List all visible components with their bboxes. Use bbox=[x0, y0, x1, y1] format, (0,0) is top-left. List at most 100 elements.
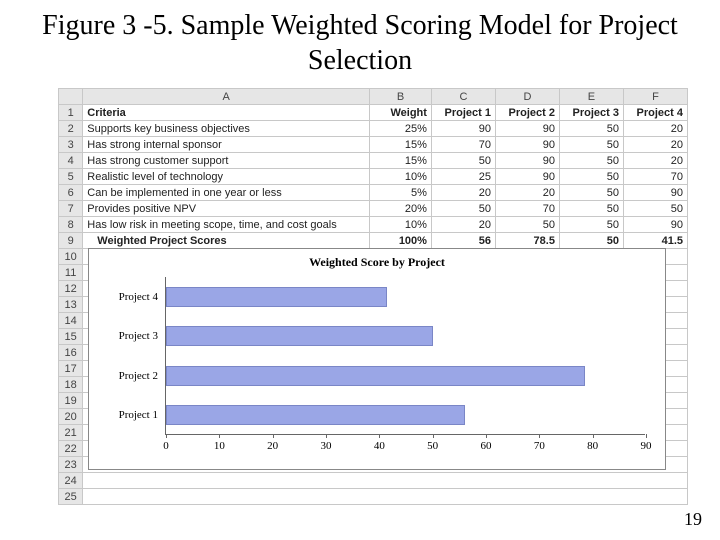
value-cell: 50 bbox=[559, 201, 623, 217]
empty-row: 25 bbox=[59, 489, 688, 505]
value-cell: 50 bbox=[495, 217, 559, 233]
chart-title: Weighted Score by Project bbox=[89, 249, 665, 272]
header-criteria: Criteria bbox=[83, 105, 370, 121]
criteria-label: Has strong customer support bbox=[83, 153, 370, 169]
value-cell: 50 bbox=[559, 185, 623, 201]
col-letter: D bbox=[495, 89, 559, 105]
criteria-label: Realistic level of technology bbox=[83, 169, 370, 185]
value-cell: 90 bbox=[623, 185, 687, 201]
chart-y-label: Project 1 bbox=[94, 409, 158, 421]
value-cell: 20 bbox=[623, 137, 687, 153]
value-cell: 90 bbox=[431, 121, 495, 137]
value-cell: 50 bbox=[431, 153, 495, 169]
corner-cell bbox=[59, 89, 83, 105]
row-number: 15 bbox=[59, 329, 83, 345]
row-number: 2 bbox=[59, 121, 83, 137]
table-row: 8 Has low risk in meeting scope, time, a… bbox=[59, 217, 688, 233]
value-cell: 20 bbox=[623, 153, 687, 169]
row-number: 25 bbox=[59, 489, 83, 505]
value-cell: 50 bbox=[559, 121, 623, 137]
chart-x-tick: 0 bbox=[163, 440, 169, 452]
value-cell: 90 bbox=[623, 217, 687, 233]
value-cell: 70 bbox=[623, 169, 687, 185]
row-number: 7 bbox=[59, 201, 83, 217]
chart-y-label: Project 4 bbox=[94, 291, 158, 303]
row-number: 5 bbox=[59, 169, 83, 185]
row-number: 8 bbox=[59, 217, 83, 233]
value-cell: 50 bbox=[559, 153, 623, 169]
header-weight: Weight bbox=[370, 105, 432, 121]
row-number: 13 bbox=[59, 297, 83, 313]
chart-bar bbox=[166, 405, 465, 425]
weight-cell: 15% bbox=[370, 153, 432, 169]
row-number: 10 bbox=[59, 249, 83, 265]
value-cell: 50 bbox=[559, 137, 623, 153]
total-cell: 50 bbox=[559, 233, 623, 249]
weight-cell: 10% bbox=[370, 169, 432, 185]
table-row: 5 Realistic level of technology 10% 25 9… bbox=[59, 169, 688, 185]
empty-row: 24 bbox=[59, 473, 688, 489]
table-row: 7 Provides positive NPV 20% 50 70 50 50 bbox=[59, 201, 688, 217]
row-number: 4 bbox=[59, 153, 83, 169]
criteria-label: Supports key business objectives bbox=[83, 121, 370, 137]
row-number: 23 bbox=[59, 457, 83, 473]
row-number: 19 bbox=[59, 393, 83, 409]
total-label: Weighted Project Scores bbox=[83, 233, 370, 249]
row-number: 18 bbox=[59, 377, 83, 393]
row-number: 17 bbox=[59, 361, 83, 377]
value-cell: 50 bbox=[431, 201, 495, 217]
row-number: 9 bbox=[59, 233, 83, 249]
chart-y-label: Project 2 bbox=[94, 370, 158, 382]
value-cell: 50 bbox=[559, 217, 623, 233]
header-project: Project 3 bbox=[559, 105, 623, 121]
weight-cell: 25% bbox=[370, 121, 432, 137]
total-cell: 41.5 bbox=[623, 233, 687, 249]
value-cell: 50 bbox=[623, 201, 687, 217]
weight-cell: 5% bbox=[370, 185, 432, 201]
chart-bar bbox=[166, 287, 387, 307]
header-project: Project 1 bbox=[431, 105, 495, 121]
total-cell: 78.5 bbox=[495, 233, 559, 249]
chart-x-tick: 40 bbox=[374, 440, 385, 452]
value-cell: 90 bbox=[495, 137, 559, 153]
weight-cell: 15% bbox=[370, 137, 432, 153]
row-number: 3 bbox=[59, 137, 83, 153]
table-row: 2 Supports key business objectives 25% 9… bbox=[59, 121, 688, 137]
value-cell: 20 bbox=[623, 121, 687, 137]
table-row: 3 Has strong internal sponsor 15% 70 90 … bbox=[59, 137, 688, 153]
row-number: 16 bbox=[59, 345, 83, 361]
chart-x-tick: 80 bbox=[587, 440, 598, 452]
row-number: 1 bbox=[59, 105, 83, 121]
chart-x-tick: 70 bbox=[534, 440, 545, 452]
chart-x-tick: 10 bbox=[214, 440, 225, 452]
row-number: 21 bbox=[59, 425, 83, 441]
row-number: 14 bbox=[59, 313, 83, 329]
chart-y-label: Project 3 bbox=[94, 330, 158, 342]
col-letter: C bbox=[431, 89, 495, 105]
value-cell: 20 bbox=[431, 217, 495, 233]
value-cell: 70 bbox=[495, 201, 559, 217]
header-project: Project 2 bbox=[495, 105, 559, 121]
chart-x-tick: 90 bbox=[641, 440, 652, 452]
total-weight: 100% bbox=[370, 233, 432, 249]
value-cell: 50 bbox=[559, 169, 623, 185]
total-cell: 56 bbox=[431, 233, 495, 249]
col-letter: B bbox=[370, 89, 432, 105]
table-row: 4 Has strong customer support 15% 50 90 … bbox=[59, 153, 688, 169]
chart-bar bbox=[166, 366, 585, 386]
row-number: 20 bbox=[59, 409, 83, 425]
header-project: Project 4 bbox=[623, 105, 687, 121]
chart-bar bbox=[166, 326, 433, 346]
table-header-row: 1 Criteria Weight Project 1 Project 2 Pr… bbox=[59, 105, 688, 121]
weighted-score-chart: Weighted Score by Project Project 4 Proje… bbox=[88, 248, 666, 470]
col-letter: F bbox=[623, 89, 687, 105]
col-header-row: A B C D E F bbox=[59, 89, 688, 105]
figure-title: Figure 3 -5. Sample Weighted Scoring Mod… bbox=[0, 0, 720, 88]
weight-cell: 20% bbox=[370, 201, 432, 217]
weight-cell: 10% bbox=[370, 217, 432, 233]
value-cell: 90 bbox=[495, 153, 559, 169]
value-cell: 70 bbox=[431, 137, 495, 153]
value-cell: 20 bbox=[495, 185, 559, 201]
chart-x-tick: 30 bbox=[321, 440, 332, 452]
criteria-label: Has strong internal sponsor bbox=[83, 137, 370, 153]
